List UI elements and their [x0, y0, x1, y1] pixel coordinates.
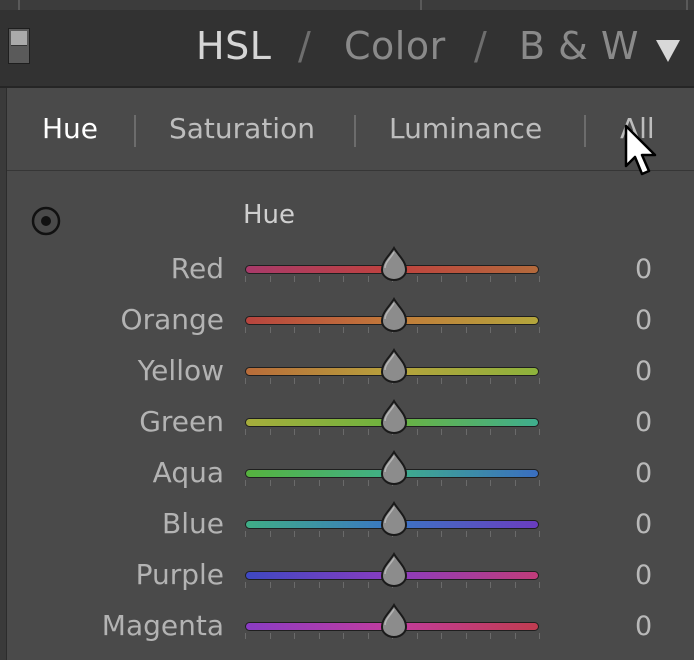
- panel-header: HSL / Color / B & W: [0, 10, 694, 88]
- mouse-pointer-icon: [624, 124, 657, 176]
- strip-tick: [18, 0, 20, 10]
- panel-on-off-switch[interactable]: [8, 28, 30, 64]
- slider-row-orange: Orange 0: [0, 297, 694, 351]
- header-tab-bw[interactable]: B & W: [519, 24, 639, 68]
- slider-value[interactable]: 0: [635, 254, 652, 285]
- slider-thumb[interactable]: [379, 450, 409, 486]
- slider-label: Purple: [135, 558, 224, 591]
- tab-divider: [354, 115, 356, 147]
- tab-divider: [134, 115, 136, 147]
- slider-thumb[interactable]: [379, 501, 409, 537]
- slider-label: Aqua: [152, 456, 224, 489]
- slider-thumb[interactable]: [379, 297, 409, 333]
- slider-label: Green: [139, 405, 224, 438]
- strip-tick: [686, 0, 688, 10]
- slider-label: Blue: [162, 507, 224, 540]
- header-tab-color[interactable]: Color: [344, 24, 446, 68]
- slider-value[interactable]: 0: [635, 458, 652, 489]
- slider-row-magenta: Magenta 0: [0, 603, 694, 657]
- slider-label: Red: [170, 252, 224, 285]
- slider-thumb[interactable]: [379, 399, 409, 435]
- header-tab-hsl[interactable]: HSL: [196, 24, 271, 68]
- slider-value[interactable]: 0: [635, 509, 652, 540]
- slider-value[interactable]: 0: [635, 356, 652, 387]
- section-title: Hue: [243, 200, 296, 230]
- slider-row-green: Green 0: [0, 399, 694, 453]
- slider-label: Magenta: [101, 609, 224, 642]
- slider-thumb[interactable]: [379, 348, 409, 384]
- slider-thumb[interactable]: [379, 603, 409, 639]
- slider-row-blue: Blue 0: [0, 501, 694, 555]
- slider-value[interactable]: 0: [635, 305, 652, 336]
- slider-value[interactable]: 0: [635, 560, 652, 591]
- targeted-adjustment-icon[interactable]: [30, 205, 62, 237]
- tab-divider: [584, 115, 586, 147]
- slider-value[interactable]: 0: [635, 407, 652, 438]
- slider-label: Yellow: [137, 354, 224, 387]
- strip-tick: [420, 0, 422, 10]
- slider-row-red: Red 0: [0, 246, 694, 300]
- slider-thumb[interactable]: [379, 246, 409, 282]
- slider-thumb[interactable]: [379, 552, 409, 588]
- slider-value[interactable]: 0: [635, 611, 652, 642]
- tab-luminance[interactable]: Luminance: [389, 112, 542, 145]
- tab-saturation[interactable]: Saturation: [169, 112, 315, 145]
- slider-row-purple: Purple 0: [0, 552, 694, 606]
- tab-hue[interactable]: Hue: [42, 112, 98, 145]
- header-separator: /: [298, 24, 312, 68]
- slider-row-yellow: Yellow 0: [0, 348, 694, 402]
- slider-row-aqua: Aqua 0: [0, 450, 694, 504]
- triangle-down-icon[interactable]: [656, 40, 680, 62]
- hsl-subtabs: Hue Saturation Luminance All: [7, 88, 694, 171]
- header-separator: /: [474, 24, 488, 68]
- switch-knob: [11, 31, 27, 46]
- slider-label: Orange: [120, 303, 224, 336]
